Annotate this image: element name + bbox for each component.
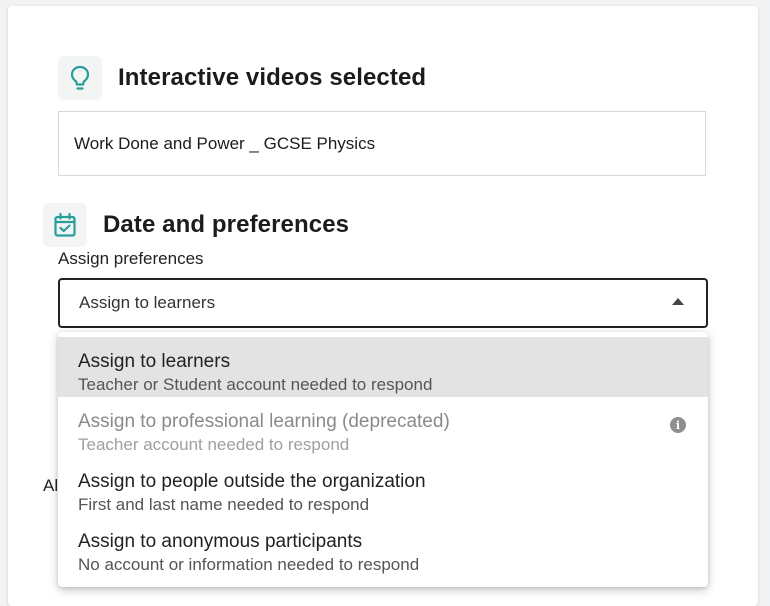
date-section-title: Date and preferences — [103, 211, 350, 238]
option-title: Assign to anonymous participants — [78, 531, 363, 552]
option-subtitle: Teacher or Student account needed to res… — [78, 375, 433, 394]
selected-video-title: Work Done and Power _ GCSE Physics — [74, 133, 376, 153]
option-title: Assign to professional learning (depreca… — [78, 411, 450, 432]
date-section-header: Date and preferences — [43, 203, 349, 247]
caret-up-icon — [672, 298, 684, 305]
select-value: Assign to learners — [79, 293, 216, 312]
option-subtitle: Teacher account needed to respond — [78, 435, 350, 454]
assign-preferences-label: Assign preferences — [58, 249, 204, 268]
lightbulb-icon — [58, 56, 102, 100]
videos-section-title: Interactive videos selected — [118, 64, 427, 91]
option-assign-to-anonymous[interactable]: Assign to anonymous participants No acco… — [58, 517, 708, 577]
option-title: Assign to learners — [78, 351, 231, 372]
calendar-check-icon — [43, 203, 87, 247]
option-assign-to-people-outside[interactable]: Assign to people outside the organizatio… — [58, 457, 708, 517]
option-assign-to-professional-learning: Assign to professional learning (depreca… — [58, 397, 708, 457]
option-subtitle: First and last name needed to respond — [78, 495, 370, 514]
assign-preferences-dropdown: Assign to learners Teacher or Student ac… — [58, 332, 708, 587]
videos-section-header: Interactive videos selected — [58, 56, 426, 100]
info-icon[interactable]: i — [670, 417, 686, 433]
option-assign-to-learners[interactable]: Assign to learners Teacher or Student ac… — [58, 337, 708, 397]
assign-preferences-select[interactable]: Assign to learners — [58, 278, 708, 328]
obscured-label: Al — [43, 476, 59, 495]
option-subtitle: No account or information needed to resp… — [78, 555, 420, 574]
option-title: Assign to people outside the organizatio… — [78, 471, 426, 492]
selected-video-field: Work Done and Power _ GCSE Physics — [58, 111, 706, 176]
